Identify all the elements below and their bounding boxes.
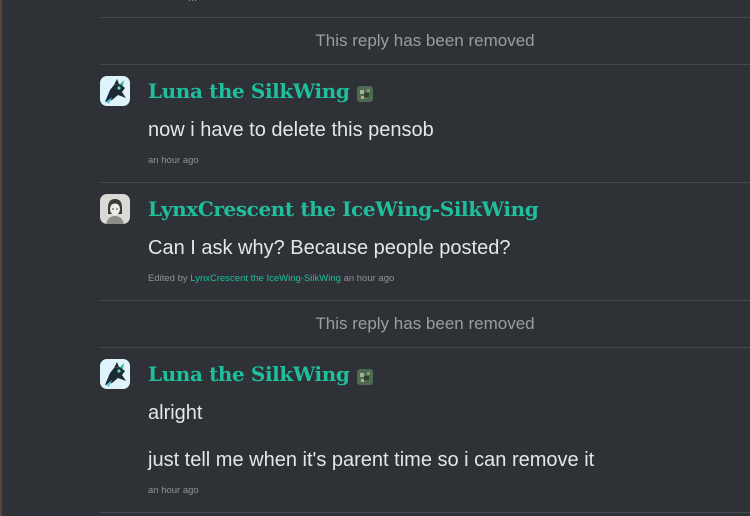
reply-author: LynxCrescent the IceWing-SilkWing: [148, 197, 539, 225]
removed-reply-notice: This reply has been removed: [100, 18, 750, 65]
reply-text: now i have to delete this pensob: [148, 119, 434, 141]
reply-timestamp[interactable]: an hour ago: [344, 273, 395, 284]
reply-timestamp[interactable]: an hour ago: [148, 155, 199, 166]
reply-author: Luna the SilkWing: [148, 79, 374, 107]
dragon-avatar[interactable]: [100, 76, 130, 106]
previous-reply-fragment: ...: [188, 0, 197, 4]
editor-link[interactable]: LynxCrescent the IceWing-SilkWing: [190, 273, 341, 284]
reply-item: Luna the SilkWing now i have to delete t…: [100, 65, 750, 183]
author-link[interactable]: Luna the SilkWing: [148, 362, 350, 386]
previous-reply-stub: ...: [100, 0, 750, 18]
reply-timestamp[interactable]: an hour ago: [148, 485, 199, 496]
dragon-avatar[interactable]: [100, 359, 130, 389]
removed-reply-notice: This reply has been removed: [100, 301, 750, 348]
reply-text: just tell me when it's parent time so i …: [148, 449, 595, 471]
portrait-avatar[interactable]: [100, 194, 130, 224]
pixel-dragon-badge-icon: [357, 368, 374, 385]
reply-text: Can I ask why? Because people posted?: [148, 237, 511, 259]
reply-item: Luna the SilkWing alright just tell me w…: [100, 348, 750, 513]
left-edge-border: [0, 0, 2, 516]
pixel-dragon-badge-icon: [357, 85, 374, 102]
reply-item: LynxCrescent the IceWing-SilkWing Can I …: [100, 183, 750, 301]
reply-text: alright: [148, 402, 203, 424]
edit-info: Edited by LynxCrescent the IceWing-SilkW…: [148, 273, 394, 284]
author-link[interactable]: Luna the SilkWing: [148, 79, 350, 103]
reply-author: Luna the SilkWing: [148, 362, 374, 390]
edited-prefix: Edited by: [148, 273, 188, 284]
author-link[interactable]: LynxCrescent the IceWing-SilkWing: [148, 197, 539, 221]
